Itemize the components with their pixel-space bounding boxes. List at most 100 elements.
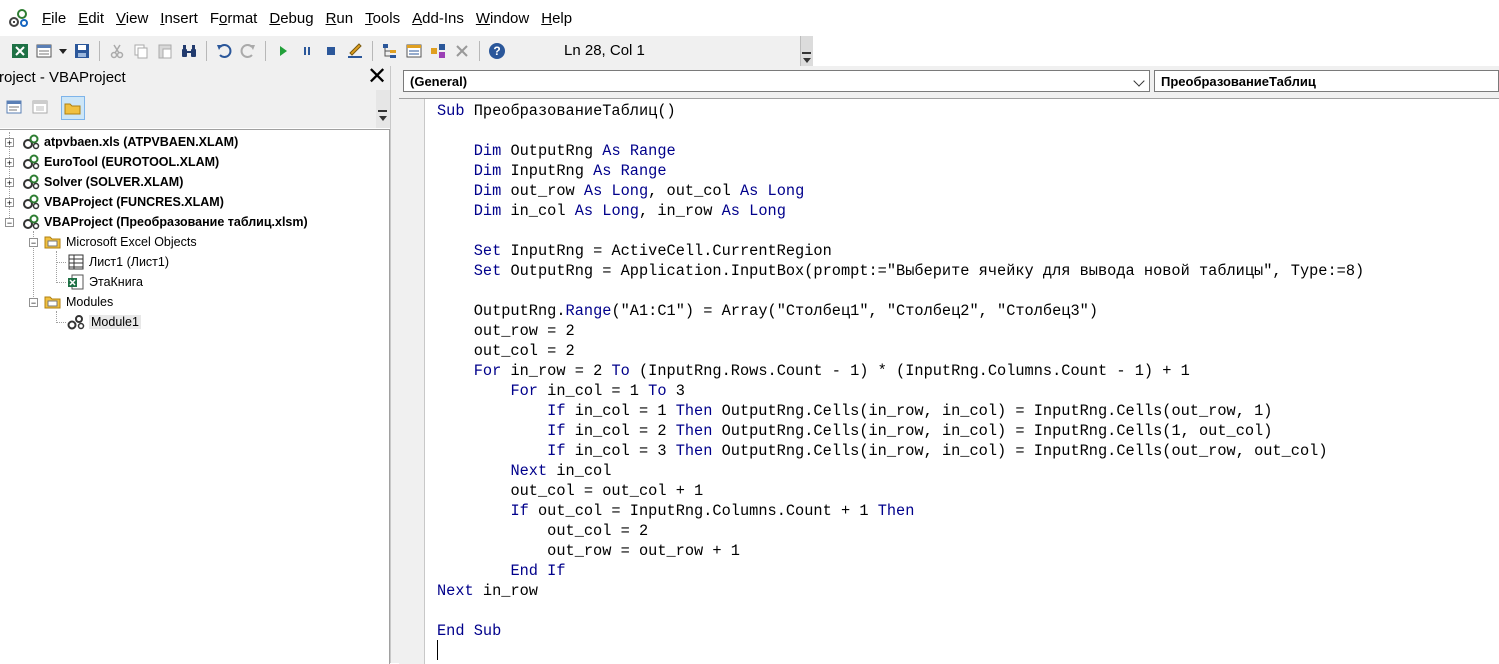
standard-toolbar: ? Ln 28, Col 1 — [0, 36, 813, 66]
tree-item-sheet1[interactable]: Лист1 (Лист1) — [67, 252, 169, 272]
project-explorer-icon[interactable] — [379, 40, 401, 62]
margin-indicator-bar[interactable] — [399, 99, 425, 664]
close-icon[interactable]: ✕ — [366, 65, 388, 89]
vba-project-icon — [22, 174, 40, 190]
save-icon[interactable] — [71, 40, 93, 62]
tree-item-atpvbaen[interactable]: atpvbaen.xls (ATPVBAEN.XLAM) — [22, 132, 238, 152]
menu-format[interactable]: Format — [204, 0, 264, 36]
tree-item-eurotool[interactable]: EuroTool (EUROTOOL.XLAM) — [22, 152, 219, 172]
object-browser-icon[interactable] — [427, 40, 449, 62]
menu-view[interactable]: View — [110, 0, 154, 36]
expand-icon[interactable]: + — [5, 138, 14, 148]
code-line: out_col = 2 — [547, 522, 649, 540]
toolbar-options-grip[interactable] — [800, 36, 813, 66]
copy-icon[interactable] — [130, 40, 152, 62]
collapse-icon[interactable]: − — [29, 238, 38, 248]
tree-line — [56, 322, 66, 323]
paste-icon[interactable] — [154, 40, 176, 62]
tree-item-solver[interactable]: Solver (SOLVER.XLAM) — [22, 172, 183, 192]
text-cursor — [437, 640, 438, 660]
code-line: For in_col = 1 To 3 — [510, 382, 685, 400]
run-icon[interactable] — [272, 40, 294, 62]
code-line: If in_col = 2 Then OutputRng.Cells(in_ro… — [547, 422, 1273, 440]
dropdown-arrow-icon[interactable] — [57, 40, 69, 62]
menu-help[interactable]: Help — [535, 0, 578, 36]
reset-icon[interactable] — [320, 40, 342, 62]
expand-icon[interactable]: + — [5, 158, 14, 168]
menu-bar: File Edit View Insert Format Debug Run Tools Add… — [0, 0, 1499, 36]
cut-icon[interactable] — [106, 40, 128, 62]
code-line: out_row = 2 — [473, 322, 575, 340]
vba-app-icon[interactable] — [8, 7, 30, 29]
svg-text:?: ? — [493, 44, 500, 58]
module-icon — [67, 314, 85, 330]
tree-item-thisworkbook[interactable]: ЭтаКнига — [67, 272, 143, 292]
menu-debug[interactable]: Debug — [263, 0, 319, 36]
collapse-icon[interactable]: − — [5, 218, 14, 228]
tree-item-funcres[interactable]: VBAProject (FUNCRES.XLAM) — [22, 192, 224, 212]
procedure-dropdown-value: ПреобразованиеТаблиц — [1161, 74, 1316, 89]
tree-item-label: Modules — [66, 295, 114, 309]
design-mode-icon[interactable] — [344, 40, 366, 62]
menu-window[interactable]: Window — [470, 0, 535, 36]
toolbar-separator — [265, 41, 266, 61]
code-line: Dim in_col As Long, in_row As Long — [473, 202, 786, 220]
undo-icon[interactable] — [213, 40, 235, 62]
properties-icon[interactable] — [403, 40, 425, 62]
menu-add-ins[interactable]: Add-Ins — [406, 0, 470, 36]
code-window-header: (General) ПреобразованиеТаблиц — [399, 66, 1499, 98]
view-excel-icon[interactable] — [9, 40, 31, 62]
code-line: If in_col = 3 Then OutputRng.Cells(in_ro… — [547, 442, 1328, 460]
menu-edit[interactable]: Edit — [72, 0, 110, 36]
code-line: Dim InputRng As Range — [473, 162, 667, 180]
toolbar-separator — [479, 41, 480, 61]
tree-item-module1[interactable]: Module1 — [67, 312, 141, 332]
tree-item-vbaproject-main[interactable]: VBAProject (Преобразование таблиц.xlsm) — [22, 212, 308, 232]
tree-item-modules[interactable]: Modules — [44, 292, 113, 312]
tree-item-label: Microsoft Excel Objects — [66, 235, 197, 249]
vba-project-icon — [22, 194, 40, 210]
tree-item-label: Лист1 (Лист1) — [89, 255, 170, 269]
menu-file[interactable]: File — [36, 0, 72, 36]
toggle-folders-icon[interactable] — [61, 96, 85, 120]
project-explorer-title: Project - VBAProject — [0, 69, 126, 86]
code-editor[interactable]: Sub ПреобразованиеТаблиц() Dim OutputRng… — [399, 98, 1499, 664]
menu-insert[interactable]: Insert — [154, 0, 204, 36]
menu-run[interactable]: Run — [320, 0, 360, 36]
tree-item-label: ЭтаКнига — [89, 275, 143, 289]
code-line: Next in_col — [510, 462, 612, 480]
collapse-icon[interactable]: − — [29, 298, 38, 308]
insert-module-icon[interactable] — [33, 40, 55, 62]
code-line: out_row = out_row + 1 — [547, 542, 740, 560]
break-icon[interactable] — [296, 40, 318, 62]
code-line: Set OutputRng = Application.InputBox(pro… — [473, 262, 1365, 280]
tree-item-label: atpvbaen.xls (ATPVBAEN.XLAM) — [44, 135, 239, 149]
menu-tools[interactable]: Tools — [359, 0, 406, 36]
expand-icon[interactable]: + — [5, 198, 14, 208]
code-line: End If — [510, 562, 566, 580]
toolbar-separator — [372, 41, 373, 61]
redo-icon[interactable] — [237, 40, 259, 62]
project-tree: + atpvbaen.xls (ATPVBAEN.XLAM) + EuroToo… — [0, 129, 390, 664]
code-line: If in_col = 1 Then OutputRng.Cells(in_ro… — [547, 402, 1273, 420]
folder-icon — [44, 294, 62, 310]
tree-line — [56, 251, 57, 283]
code-line: If out_col = InputRng.Columns.Count + 1 … — [510, 502, 915, 520]
code-line: OutputRng.Range("A1:C1") = Array("Столбе… — [473, 302, 1098, 320]
find-icon[interactable] — [178, 40, 200, 62]
tree-item-label: EuroTool (EUROTOOL.XLAM) — [44, 155, 220, 169]
tree-item-excel-objects[interactable]: Microsoft Excel Objects — [44, 232, 197, 252]
view-object-icon[interactable] — [29, 96, 51, 118]
toolbox-icon[interactable] — [451, 40, 473, 62]
toolbar-separator — [99, 41, 100, 61]
object-dropdown[interactable]: (General) — [403, 70, 1150, 92]
tree-item-label: VBAProject (Преобразование таблиц.xlsm) — [44, 215, 308, 229]
procedure-dropdown[interactable]: ПреобразованиеТаблиц — [1154, 70, 1499, 92]
project-toolbar-options[interactable] — [376, 90, 390, 128]
chevron-down-icon — [1133, 75, 1145, 87]
view-code-icon[interactable] — [3, 96, 25, 118]
expand-icon[interactable]: + — [5, 178, 14, 188]
help-icon[interactable]: ? — [486, 40, 508, 62]
